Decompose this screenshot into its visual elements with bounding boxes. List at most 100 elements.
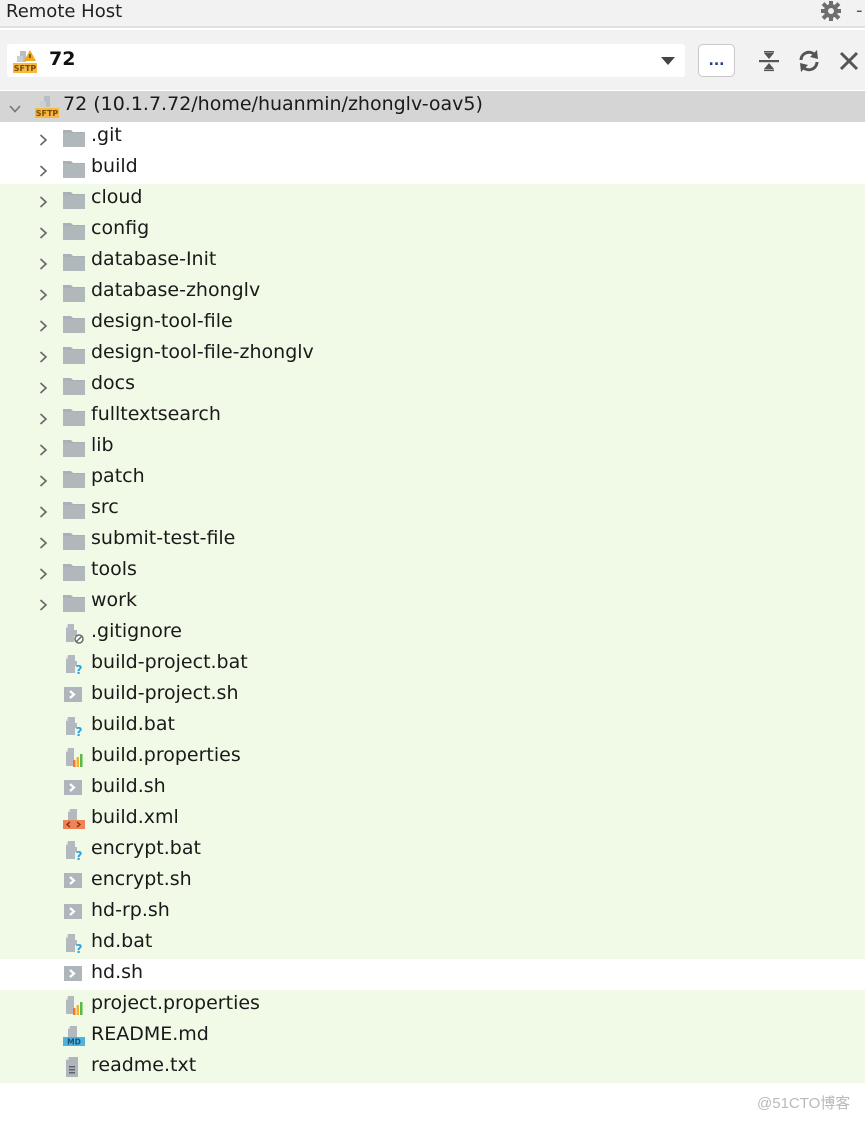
unknown-file-icon: ?: [63, 839, 85, 863]
tree-items: .git build cloud config database-Init da…: [0, 122, 865, 1083]
tree-item-label: database-zhonglv: [91, 279, 261, 301]
more-icon[interactable]: -: [856, 0, 863, 21]
tree-file-row[interactable]: ? build-project.bat: [0, 649, 865, 680]
chevron-right-icon[interactable]: [36, 161, 50, 177]
chevron-right-icon[interactable]: [36, 502, 50, 518]
folder-icon: [63, 345, 85, 365]
tree-item-label: lib: [91, 434, 114, 456]
close-icon[interactable]: [836, 48, 862, 74]
chevron-right-icon[interactable]: [36, 409, 50, 425]
unknown-file-icon: ?: [63, 932, 85, 956]
tree-folder-row[interactable]: lib: [0, 432, 865, 463]
tree-folder-row[interactable]: work: [0, 587, 865, 618]
tree-file-row[interactable]: project.properties: [0, 990, 865, 1021]
tree-item-label: build.xml: [91, 806, 179, 828]
chevron-down-icon[interactable]: [8, 99, 22, 113]
tree-folder-row[interactable]: design-tool-file: [0, 308, 865, 339]
connection-dropdown[interactable]: SFTP 72: [7, 44, 685, 77]
refresh-icon[interactable]: [796, 48, 822, 74]
chevron-right-icon[interactable]: [36, 192, 50, 208]
folder-icon: [63, 283, 85, 303]
tree-item-label: design-tool-file-zhonglv: [91, 341, 314, 363]
svg-text:?: ?: [76, 663, 83, 675]
tree-item-label: tools: [91, 558, 137, 580]
tree-item-label: build.properties: [91, 744, 241, 766]
tree-root-label: 72 (10.1.7.72/home/huanmin/zhonglv-oav5): [63, 93, 483, 115]
tree-file-row[interactable]: hd-rp.sh: [0, 897, 865, 928]
tree-file-row[interactable]: ? encrypt.bat: [0, 835, 865, 866]
folder-icon: [63, 500, 85, 520]
chevron-right-icon[interactable]: [36, 440, 50, 456]
tree-file-row[interactable]: build-project.sh: [0, 680, 865, 711]
chevron-right-icon[interactable]: [36, 316, 50, 332]
shell-script-icon: [63, 963, 85, 983]
chevron-right-icon[interactable]: [36, 347, 50, 363]
connection-toolbar: SFTP 72 ...: [0, 30, 865, 90]
tree-item-label: project.properties: [91, 992, 260, 1014]
folder-icon: [63, 469, 85, 489]
remote-file-tree: SFTP 72 (10.1.7.72/home/huanmin/zhonglv-…: [0, 91, 865, 1083]
folder-icon: [63, 190, 85, 210]
panel-title: Remote Host: [6, 1, 123, 22]
tree-folder-row[interactable]: submit-test-file: [0, 525, 865, 556]
tree-folder-row[interactable]: docs: [0, 370, 865, 401]
shell-script-icon: [63, 901, 85, 921]
folder-icon: [63, 438, 85, 458]
tree-file-row[interactable]: readme.txt: [0, 1052, 865, 1083]
text-file-icon: [63, 1056, 85, 1077]
tree-item-label: readme.txt: [91, 1054, 197, 1076]
tree-folder-row[interactable]: patch: [0, 463, 865, 494]
browse-button[interactable]: ...: [698, 44, 735, 77]
unknown-file-icon: ?: [63, 715, 85, 739]
tree-item-label: build: [91, 155, 138, 177]
shell-script-icon: [63, 777, 85, 797]
chevron-right-icon[interactable]: [36, 130, 50, 146]
properties-file-icon: [63, 746, 85, 767]
tree-item-label: hd.bat: [91, 930, 153, 952]
tree-folder-row[interactable]: cloud: [0, 184, 865, 215]
tree-root-node[interactable]: SFTP 72 (10.1.7.72/home/huanmin/zhonglv-…: [0, 91, 865, 122]
chevron-right-icon[interactable]: [36, 285, 50, 301]
sftp-warning-icon: SFTP: [13, 49, 43, 77]
chevron-right-icon[interactable]: [36, 533, 50, 549]
tree-item-label: submit-test-file: [91, 527, 236, 549]
tree-folder-row[interactable]: build: [0, 153, 865, 184]
tree-file-row[interactable]: MD README.md: [0, 1021, 865, 1052]
tree-file-row[interactable]: build.xml: [0, 804, 865, 835]
tree-folder-row[interactable]: src: [0, 494, 865, 525]
tree-file-row[interactable]: build.sh: [0, 773, 865, 804]
collapse-all-icon[interactable]: [756, 48, 782, 74]
tree-file-row[interactable]: hd.sh: [0, 959, 865, 990]
tree-file-row[interactable]: ? build.bat: [0, 711, 865, 742]
tree-folder-row[interactable]: config: [0, 215, 865, 246]
svg-text:MD: MD: [67, 1038, 81, 1047]
svg-text:SFTP: SFTP: [14, 64, 37, 73]
tree-file-row[interactable]: .gitignore: [0, 618, 865, 649]
svg-text:?: ?: [76, 849, 83, 861]
chevron-right-icon[interactable]: [36, 564, 50, 580]
shell-script-icon: [63, 684, 85, 704]
tree-file-row[interactable]: ? hd.bat: [0, 928, 865, 959]
tree-file-row[interactable]: encrypt.sh: [0, 866, 865, 897]
svg-text:SFTP: SFTP: [36, 109, 59, 118]
tree-folder-row[interactable]: design-tool-file-zhonglv: [0, 339, 865, 370]
tree-folder-row[interactable]: .git: [0, 122, 865, 153]
chevron-right-icon[interactable]: [36, 595, 50, 611]
tree-file-row[interactable]: build.properties: [0, 742, 865, 773]
folder-icon: [63, 376, 85, 396]
tree-folder-row[interactable]: database-zhonglv: [0, 277, 865, 308]
chevron-right-icon[interactable]: [36, 223, 50, 239]
properties-file-icon: [63, 994, 85, 1015]
folder-icon: [63, 159, 85, 179]
tree-folder-row[interactable]: database-Init: [0, 246, 865, 277]
tree-item-label: encrypt.bat: [91, 837, 201, 859]
chevron-right-icon[interactable]: [36, 378, 50, 394]
chevron-right-icon[interactable]: [36, 471, 50, 487]
tree-item-label: patch: [91, 465, 145, 487]
tree-folder-row[interactable]: fulltextsearch: [0, 401, 865, 432]
gear-icon[interactable]: [818, 0, 844, 26]
tree-folder-row[interactable]: tools: [0, 556, 865, 587]
dropdown-arrow-icon[interactable]: [661, 57, 675, 65]
tree-item-label: .gitignore: [91, 620, 182, 642]
chevron-right-icon[interactable]: [36, 254, 50, 270]
